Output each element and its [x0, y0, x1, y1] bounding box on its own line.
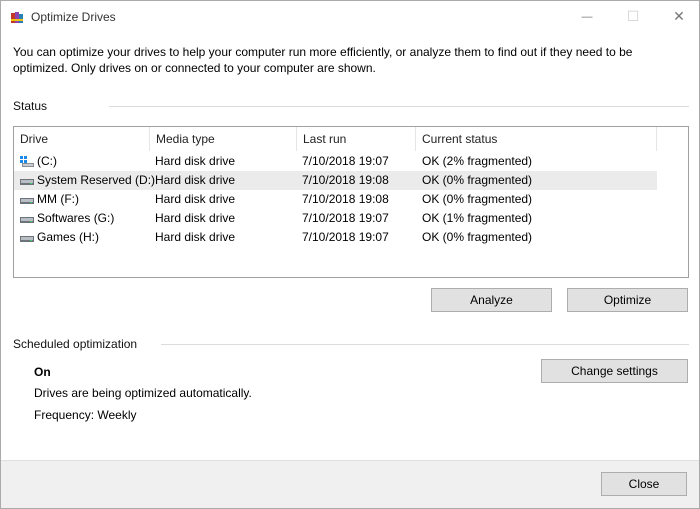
drive-status: OK (0% fragmented)	[422, 192, 533, 206]
column-header-last-run[interactable]: Last run	[297, 127, 416, 151]
drive-last-run: 7/10/2018 19:08	[302, 192, 389, 206]
windows-drive-icon	[20, 156, 34, 167]
drive-row-g[interactable]: Softwares (G:) Hard disk drive 7/10/2018…	[14, 209, 657, 228]
optimize-drives-app-icon	[11, 12, 23, 23]
drive-name: (C:)	[37, 154, 57, 168]
column-header-drive[interactable]: Drive	[14, 127, 150, 151]
window-title: Optimize Drives	[31, 10, 116, 24]
drive-status: OK (0% fragmented)	[422, 230, 533, 244]
drive-row-c[interactable]: (C:) Hard disk drive 7/10/2018 19:07 OK …	[14, 152, 657, 171]
close-icon: ✕	[673, 8, 685, 24]
schedule-frequency: Frequency: Weekly	[34, 408, 137, 422]
drive-row-d[interactable]: System Reserved (D:) Hard disk drive 7/1…	[14, 171, 657, 190]
description-text: You can optimize your drives to help you…	[13, 45, 633, 75]
minimize-icon: —	[581, 10, 593, 23]
drive-media-type: Hard disk drive	[155, 192, 236, 206]
drive-last-run: 7/10/2018 19:07	[302, 211, 389, 225]
drive-name: MM (F:)	[37, 192, 79, 206]
drive-media-type: Hard disk drive	[155, 173, 236, 187]
drive-name: System Reserved (D:)	[37, 173, 156, 187]
status-section-label: Status	[13, 99, 48, 113]
optimize-button[interactable]: Optimize	[567, 288, 688, 312]
drive-row-f[interactable]: MM (F:) Hard disk drive 7/10/2018 19:08 …	[14, 190, 657, 209]
optimize-drives-window: Optimize Drives — ☐ ✕ You can optimize y…	[0, 0, 700, 509]
schedule-description: Drives are being optimized automatically…	[34, 386, 252, 400]
maximize-button: ☐	[610, 1, 656, 32]
drive-name: Softwares (G:)	[37, 211, 115, 225]
scheduled-optimization-label: Scheduled optimization	[13, 337, 138, 351]
close-button[interactable]: Close	[601, 472, 687, 496]
drive-row-h[interactable]: Games (H:) Hard disk drive 7/10/2018 19:…	[14, 228, 657, 247]
hard-drive-icon	[20, 236, 34, 242]
drive-media-type: Hard disk drive	[155, 154, 236, 168]
change-settings-button[interactable]: Change settings	[541, 359, 688, 383]
title-bar[interactable]: Optimize Drives — ☐ ✕	[1, 1, 699, 32]
column-header-current-status[interactable]: Current status	[416, 127, 657, 151]
status-divider	[109, 106, 689, 107]
dialog-footer: Close	[1, 460, 699, 508]
drive-name: Games (H:)	[37, 230, 100, 244]
drive-status: OK (2% fragmented)	[422, 154, 533, 168]
hard-drive-icon	[20, 217, 34, 223]
drive-last-run: 7/10/2018 19:07	[302, 154, 389, 168]
drive-media-type: Hard disk drive	[155, 230, 236, 244]
drives-list[interactable]: Drive Media type Last run Current status…	[13, 126, 689, 278]
drive-status: OK (1% fragmented)	[422, 211, 533, 225]
drive-status: OK (0% fragmented)	[422, 173, 533, 187]
drive-media-type: Hard disk drive	[155, 211, 236, 225]
hard-drive-icon	[20, 198, 34, 204]
maximize-icon: ☐	[626, 8, 640, 24]
schedule-divider	[161, 344, 689, 345]
close-window-button[interactable]: ✕	[656, 1, 700, 32]
schedule-state: On	[34, 365, 51, 379]
analyze-button[interactable]: Analyze	[431, 288, 552, 312]
column-header-media-type[interactable]: Media type	[150, 127, 297, 151]
hard-drive-icon	[20, 179, 34, 185]
drive-last-run: 7/10/2018 19:07	[302, 230, 389, 244]
drive-last-run: 7/10/2018 19:08	[302, 173, 389, 187]
minimize-button[interactable]: —	[564, 1, 610, 32]
